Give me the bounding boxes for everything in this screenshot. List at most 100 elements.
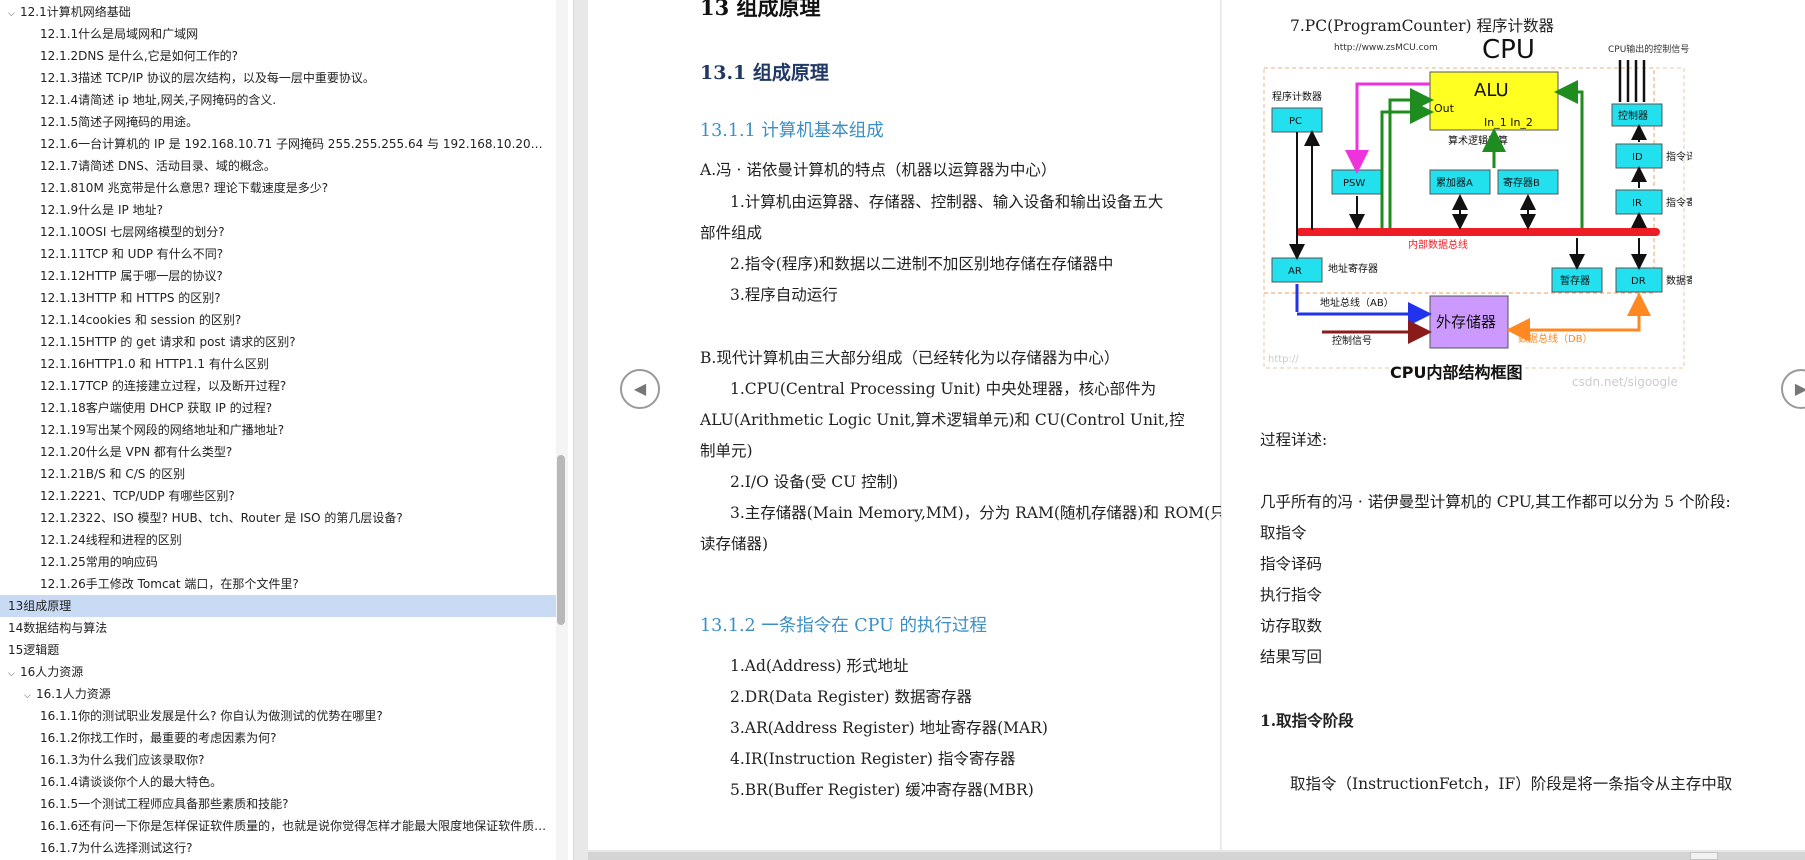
toc-item-label: 12.1.24线程和进程的区别 xyxy=(40,533,182,547)
toc-item[interactable]: 12.1.5简述子网掩码的用途。 xyxy=(0,111,556,133)
toc-item[interactable]: 16.1.1你的测试职业发展是什么? 你自认为做测试的优势在哪里? xyxy=(0,705,556,727)
toc-item-label: 16.1.7为什么选择测试这行? xyxy=(40,841,193,855)
toc-item-label: 12.1.14cookies 和 session 的区别? xyxy=(40,313,242,327)
section-title: 13.1 组成原理 xyxy=(700,62,829,84)
sidebar-scrollbar-thumb[interactable] xyxy=(557,455,565,625)
toc-item[interactable]: 12.1.17TCP 的连接建立过程，以及断开过程? xyxy=(0,375,556,397)
toc-item[interactable]: 12.1.16HTTP1.0 和 HTTP1.1 有什么区别 xyxy=(0,353,556,375)
register-item: 1.Ad(Address) 形式地址 xyxy=(730,657,909,675)
toc-item-label: 12.1.3描述 TCP/IP 协议的层次结构，以及每一层中重要协议。 xyxy=(40,71,375,85)
accumulator-label: 累加器A xyxy=(1436,177,1473,189)
process-label: 过程详述: xyxy=(1260,431,1328,449)
toc-item[interactable]: ⌵ 12.1计算机网络基础 xyxy=(0,1,556,23)
paragraph-a-item1-cont: 部件组成 xyxy=(700,224,763,242)
toc-item[interactable]: 16.1.3为什么我们应该录取你? xyxy=(0,749,556,771)
toc-item-label: 12.1.810M 兆宽带是什么意思? 理论下载速度是多少? xyxy=(40,181,329,195)
toc-item[interactable]: 12.1.7请简述 DNS、活动目录、域的概念。 xyxy=(0,155,556,177)
toc-item-label: 12.1.17TCP 的连接建立过程，以及断开过程? xyxy=(40,379,287,393)
toc-item[interactable]: 12.1.21B/S 和 C/S 的区别 xyxy=(0,463,556,485)
toc-item[interactable]: 12.1.19写出某个网段的网络地址和广播地址? xyxy=(0,419,556,441)
toc-item-label: 16.1.6还有问一下你是怎样保证软件质量的，也就是说你觉得怎样才能最大限度地保… xyxy=(40,819,553,833)
toc-item[interactable]: 12.1.24线程和进程的区别 xyxy=(0,529,556,551)
toc-item[interactable]: 12.1.10OSI 七层网络模型的划分? xyxy=(0,221,556,243)
chevron-right-icon: ▶ xyxy=(1794,379,1805,398)
cpu-title: CPU xyxy=(1482,35,1535,65)
toc-item-label: 12.1.15HTTP 的 get 请求和 post 请求的区别? xyxy=(40,335,296,349)
toc-item-label: 12.1.10OSI 七层网络模型的划分? xyxy=(40,225,225,239)
chevron-down-icon[interactable]: ⌵ xyxy=(8,663,20,683)
address-bus-label: 地址总线（AB） xyxy=(1320,296,1394,309)
toc-item[interactable]: 12.1.14cookies 和 session 的区别? xyxy=(0,309,556,331)
toc-item-label: 12.1.21B/S 和 C/S 的区别 xyxy=(40,467,186,481)
toc-item[interactable]: 12.1.15HTTP 的 get 请求和 post 请求的区别? xyxy=(0,331,556,353)
toc-item-label: 12.1.9什么是 IP 地址? xyxy=(40,203,163,217)
toc-item[interactable]: 12.1.18客户端使用 DHCP 获取 IP 的过程? xyxy=(0,397,556,419)
toc-item[interactable]: 12.1.26手工修改 Tomcat 端口，在那个文件里? xyxy=(0,573,556,595)
toc-item[interactable]: 12.1.3描述 TCP/IP 协议的层次结构，以及每一层中重要协议。 xyxy=(0,67,556,89)
paragraph-b-item1: 1.CPU(Central Processing Unit) 中央处理器，核心部… xyxy=(730,380,1157,398)
horizontal-scrollbar-thumb[interactable] xyxy=(1690,852,1718,860)
toc-item-label: 12.1.16HTTP1.0 和 HTTP1.1 有什么区别 xyxy=(40,357,269,371)
toc-item-label: 12.1.20什么是 VPN 都有什么类型? xyxy=(40,445,233,459)
paragraph-b-item3-cont: 读存储器) xyxy=(700,535,769,553)
toc-item[interactable]: 12.1.13HTTP 和 HTTPS 的区别? xyxy=(0,287,556,309)
id-desc: 指令译码器 xyxy=(1666,150,1692,163)
toc-item-label: 12.1.12HTTP 属于哪一层的协议? xyxy=(40,269,223,283)
toc-item[interactable]: 12.1.9什么是 IP 地址? xyxy=(0,199,556,221)
toc-item[interactable]: 12.1.2221、TCP/UDP 有哪些区别? xyxy=(0,485,556,507)
toc-item[interactable]: ⌵ 16人力资源 xyxy=(0,661,556,683)
toc-item-label: 16.1.3为什么我们应该录取你? xyxy=(40,753,205,767)
stage-item: 结果写回 xyxy=(1260,648,1323,666)
toc-item-label: 16.1.2你找工作时，最重要的考虑因素为何? xyxy=(40,731,277,745)
toc-item-label: 16.1.1你的测试职业发展是什么? 你自认为做测试的优势在哪里? xyxy=(40,709,383,723)
data-bus-label: 数据总线（DB） xyxy=(1518,332,1593,345)
paragraph-b-item1-cont2: 制单元) xyxy=(700,442,753,460)
paragraph-b-intro: B.现代计算机由三大部分组成（已经转化为以存储器为中心） xyxy=(700,349,1120,367)
toc-item[interactable]: 16.1.6还有问一下你是怎样保证软件质量的，也就是说你觉得怎样才能最大限度地保… xyxy=(0,815,556,837)
toc-item[interactable]: 13组成原理 xyxy=(0,595,556,617)
cpu-structure-diagram: http://www.zsMCU.com CPU CPU输出的控制信号 ALU … xyxy=(1263,35,1692,389)
chevron-down-icon[interactable]: ⌵ xyxy=(8,3,20,23)
toc-item-label: 14数据结构与算法 xyxy=(8,621,108,635)
register-b-label: 寄存器B xyxy=(1503,176,1540,189)
sidebar-scrollbar[interactable] xyxy=(556,0,568,860)
internal-bus-label: 内部数据总线 xyxy=(1408,238,1468,251)
stage-item: 取指令 xyxy=(1260,524,1307,542)
toc-item[interactable]: 14数据结构与算法 xyxy=(0,617,556,639)
document-page-right: 7.PC(ProgramCounter) 程序计数器 http://www.zs… xyxy=(1221,0,1805,850)
toc-item[interactable]: 12.1.12HTTP 属于哪一层的协议? xyxy=(0,265,556,287)
toc-item-label: 12.1.11TCP 和 UDP 有什么不同? xyxy=(40,247,224,261)
register-item: 4.IR(Instruction Register) 指令寄存器 xyxy=(730,750,1016,768)
toc-item[interactable]: 12.1.2322、ISO 模型? HUB、tch、Router 是 ISO 的… xyxy=(0,507,556,529)
toc-item[interactable]: 12.1.1什么是局域网和广域网 xyxy=(0,23,556,45)
ir-desc: 指令寄存器 xyxy=(1666,196,1692,209)
chevron-down-icon[interactable]: ⌵ xyxy=(24,685,36,705)
toc-item[interactable]: 12.1.20什么是 VPN 都有什么类型? xyxy=(0,441,556,463)
toc-item[interactable]: ⌵ 16.1人力资源 xyxy=(0,683,556,705)
toc-item-label: 13组成原理 xyxy=(8,599,72,613)
toc-item-label: 12.1.4请简述 ip 地址,网关,子网掩码的含义. xyxy=(40,93,277,107)
toc-item[interactable]: 12.1.2DNS 是什么,它是如何工作的? xyxy=(0,45,556,67)
toc-item-label: 12.1.26手工修改 Tomcat 端口，在那个文件里? xyxy=(40,577,299,591)
toc-item[interactable]: 16.1.4请谈谈你个人的最大特色。 xyxy=(0,771,556,793)
toc-item[interactable]: 16.1.2你找工作时，最重要的考虑因素为何? xyxy=(0,727,556,749)
toc-item[interactable]: 12.1.25常用的响应码 xyxy=(0,551,556,573)
toc-item[interactable]: 12.1.11TCP 和 UDP 有什么不同? xyxy=(0,243,556,265)
register-item: 3.AR(Address Register) 地址寄存器(MAR) xyxy=(730,719,1048,737)
toc-item[interactable]: 16.1.7为什么选择测试这行? xyxy=(0,837,556,859)
horizontal-scrollbar[interactable] xyxy=(588,852,1805,860)
chevron-left-icon: ◀ xyxy=(633,379,647,398)
toc-item-label: 12.1.18客户端使用 DHCP 获取 IP 的过程? xyxy=(40,401,273,415)
paragraph-b-item2: 2.I/O 设备(受 CU 控制) xyxy=(730,473,899,491)
toc-item[interactable]: 12.1.6一台计算机的 IP 是 192.168.10.71 子网掩码 255… xyxy=(0,133,556,155)
previous-page-button[interactable]: ◀ xyxy=(620,369,660,409)
toc-item-label: 12.1.6一台计算机的 IP 是 192.168.10.71 子网掩码 255… xyxy=(40,137,556,151)
toc-item-label: 12.1.19写出某个网段的网络地址和广播地址? xyxy=(40,423,285,437)
toc-item-label: 12.1.2DNS 是什么,它是如何工作的? xyxy=(40,49,239,63)
ir-text: IR xyxy=(1632,198,1642,209)
toc-item[interactable]: 15逻辑题 xyxy=(0,639,556,661)
toc-item[interactable]: 12.1.4请简述 ip 地址,网关,子网掩码的含义. xyxy=(0,89,556,111)
toc-item[interactable]: 16.1.5一个测试工程师应具备那些素质和技能? xyxy=(0,793,556,815)
toc-item[interactable]: 12.1.810M 兆宽带是什么意思? 理论下载速度是多少? xyxy=(0,177,556,199)
cpu-ctrl-out-label: CPU输出的控制信号 xyxy=(1608,43,1689,55)
